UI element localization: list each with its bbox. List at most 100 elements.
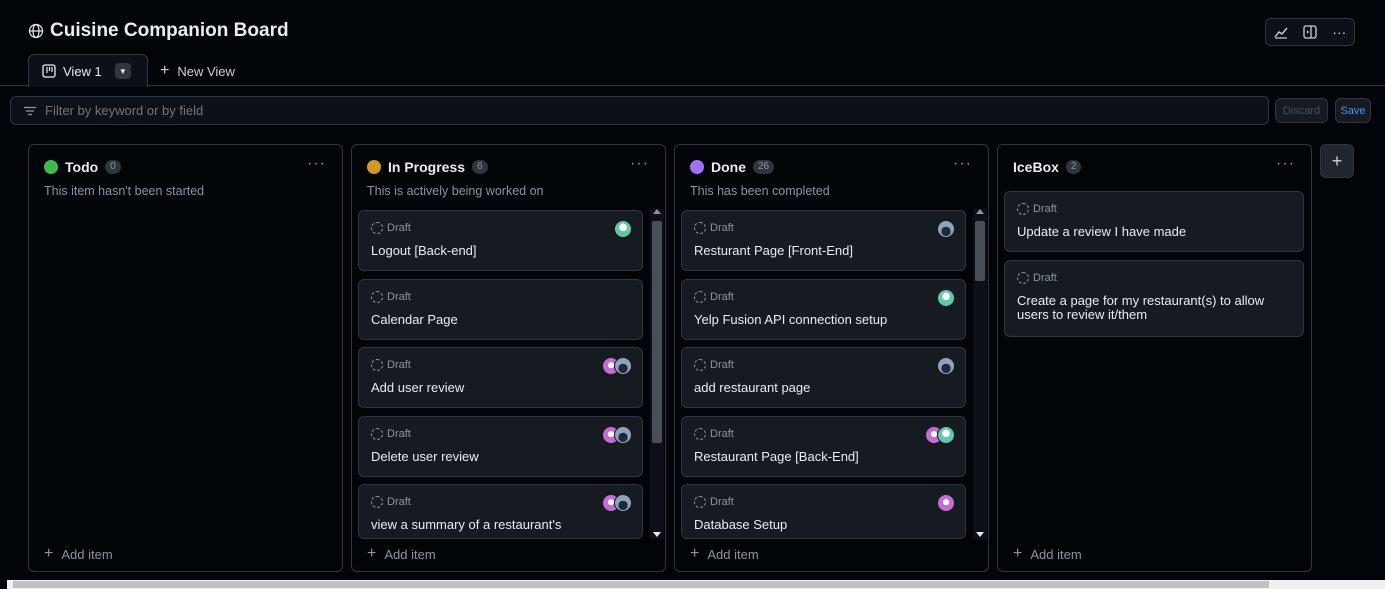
draft-icon — [1017, 203, 1029, 215]
assignees — [602, 494, 632, 512]
filter-input[interactable] — [45, 103, 645, 118]
assignees — [937, 220, 955, 238]
assignees — [602, 357, 632, 375]
draft-status: Draft — [694, 428, 734, 440]
column-scrollbar[interactable] — [650, 209, 664, 539]
card[interactable]: Draft Resturant Page [Front-End] — [681, 210, 966, 271]
draft-status: Draft — [694, 359, 734, 371]
column-description: This is actively being worked on — [367, 184, 544, 198]
column-scrollbar[interactable] — [973, 209, 987, 539]
column-name: IceBox — [1013, 159, 1059, 175]
column-header: In Progress 6 — [367, 159, 488, 175]
card[interactable]: Draft Restaurant Page [Back-End] — [681, 416, 966, 477]
scroll-thumb[interactable] — [652, 221, 662, 443]
plus-icon: + — [690, 545, 700, 562]
tab-label: View 1 — [63, 63, 102, 79]
column-header: Done 26 — [690, 159, 775, 175]
column-name: Todo — [65, 159, 99, 175]
board-view-icon — [42, 64, 56, 78]
horizontal-scrollbar[interactable] — [7, 580, 1385, 589]
column-menu-icon[interactable]: ··· — [953, 155, 972, 173]
add-item-button[interactable]: + Add item — [1013, 545, 1082, 563]
draft-icon — [694, 496, 706, 508]
draft-status: Draft — [371, 222, 411, 234]
scroll-down-icon[interactable] — [976, 532, 984, 537]
add-item-button[interactable]: + Add item — [367, 545, 436, 563]
more-icon[interactable]: ··· — [1327, 20, 1351, 44]
save-button[interactable]: Save — [1335, 98, 1371, 123]
assignees — [937, 494, 955, 512]
column-description: This has been completed — [690, 184, 830, 198]
plus-icon: + — [44, 545, 54, 562]
add-item-label: Add item — [384, 546, 436, 562]
card[interactable]: Draft add restaurant page — [681, 347, 966, 408]
column-count: 2 — [1065, 160, 1082, 174]
card[interactable]: Draft Database Setup — [681, 484, 966, 539]
card-title: add restaurant page — [694, 380, 811, 395]
add-item-label: Add item — [707, 546, 759, 562]
layout-icon[interactable] — [1298, 20, 1322, 44]
add-item-label: Add item — [61, 546, 113, 562]
column-menu-icon[interactable]: ··· — [630, 155, 649, 173]
insights-icon[interactable] — [1269, 20, 1293, 44]
new-view-button[interactable]: + New View — [160, 62, 235, 80]
filter-icon — [24, 106, 36, 115]
card-title: Logout [Back-end] — [371, 243, 477, 258]
assignees — [614, 220, 632, 238]
draft-icon — [371, 222, 383, 234]
card-title: Update a review I have made — [1017, 224, 1187, 239]
column-done: Done 26 ··· This has been completed Draf… — [674, 144, 989, 572]
card[interactable]: Draft Update a review I have made — [1004, 191, 1304, 252]
column-name: In Progress — [388, 159, 466, 175]
avatar — [937, 357, 955, 375]
discard-button[interactable]: Discard — [1275, 98, 1328, 123]
card[interactable]: Draft Logout [Back-end] — [358, 210, 643, 271]
add-item-button[interactable]: + Add item — [690, 545, 759, 563]
status-dot — [44, 160, 58, 174]
draft-status: Draft — [1017, 272, 1057, 284]
board-title: Cuisine Companion Board — [28, 20, 289, 42]
scroll-thumb[interactable] — [13, 581, 1269, 588]
board: Todo 0 ··· This item hasn't been started… — [0, 134, 1385, 580]
column-count: 26 — [753, 160, 775, 174]
card-title: view a summary of a restaurant's — [371, 517, 562, 532]
avatar — [937, 289, 955, 307]
card[interactable]: Draft Add user review — [358, 347, 643, 408]
card-title: Calendar Page — [371, 312, 458, 327]
scroll-down-icon[interactable] — [653, 532, 661, 537]
card[interactable]: Draft view a summary of a restaurant's — [358, 484, 643, 539]
plus-icon: + — [160, 62, 170, 79]
add-item-label: Add item — [1030, 546, 1082, 562]
filter-bar[interactable] — [10, 96, 1269, 125]
card[interactable]: Draft Calendar Page — [358, 279, 643, 340]
view-options-dropdown[interactable]: ▼ — [114, 63, 131, 79]
assignees — [602, 426, 632, 444]
avatar — [937, 426, 955, 444]
scroll-up-icon[interactable] — [976, 209, 984, 214]
draft-status: Draft — [694, 291, 734, 303]
draft-status: Draft — [694, 496, 734, 508]
globe-icon — [28, 23, 44, 39]
status-dot — [690, 160, 704, 174]
add-column-button[interactable]: + — [1320, 144, 1354, 178]
draft-status: Draft — [371, 291, 411, 303]
scroll-thumb[interactable] — [975, 221, 985, 281]
tab-view-1[interactable]: View 1 ▼ — [28, 54, 148, 87]
draft-icon — [371, 291, 383, 303]
column-menu-icon[interactable]: ··· — [307, 155, 326, 173]
draft-status: Draft — [694, 222, 734, 234]
scroll-up-icon[interactable] — [653, 209, 661, 214]
column-menu-icon[interactable]: ··· — [1276, 155, 1295, 173]
card[interactable]: Draft Yelp Fusion API connection setup — [681, 279, 966, 340]
card-title: Add user review — [371, 380, 465, 395]
column-name: Done — [711, 159, 746, 175]
plus-icon: + — [1013, 545, 1023, 562]
add-item-button[interactable]: + Add item — [44, 545, 113, 563]
column-header: Todo 0 — [44, 159, 121, 175]
draft-icon — [371, 359, 383, 371]
avatar — [614, 494, 632, 512]
column-in-progress: In Progress 6 ··· This is actively being… — [351, 144, 666, 572]
card[interactable]: Draft Delete user review — [358, 416, 643, 477]
card[interactable]: Draft Create a page for my restaurant(s)… — [1004, 260, 1304, 337]
card-title: Yelp Fusion API connection setup — [694, 312, 888, 327]
